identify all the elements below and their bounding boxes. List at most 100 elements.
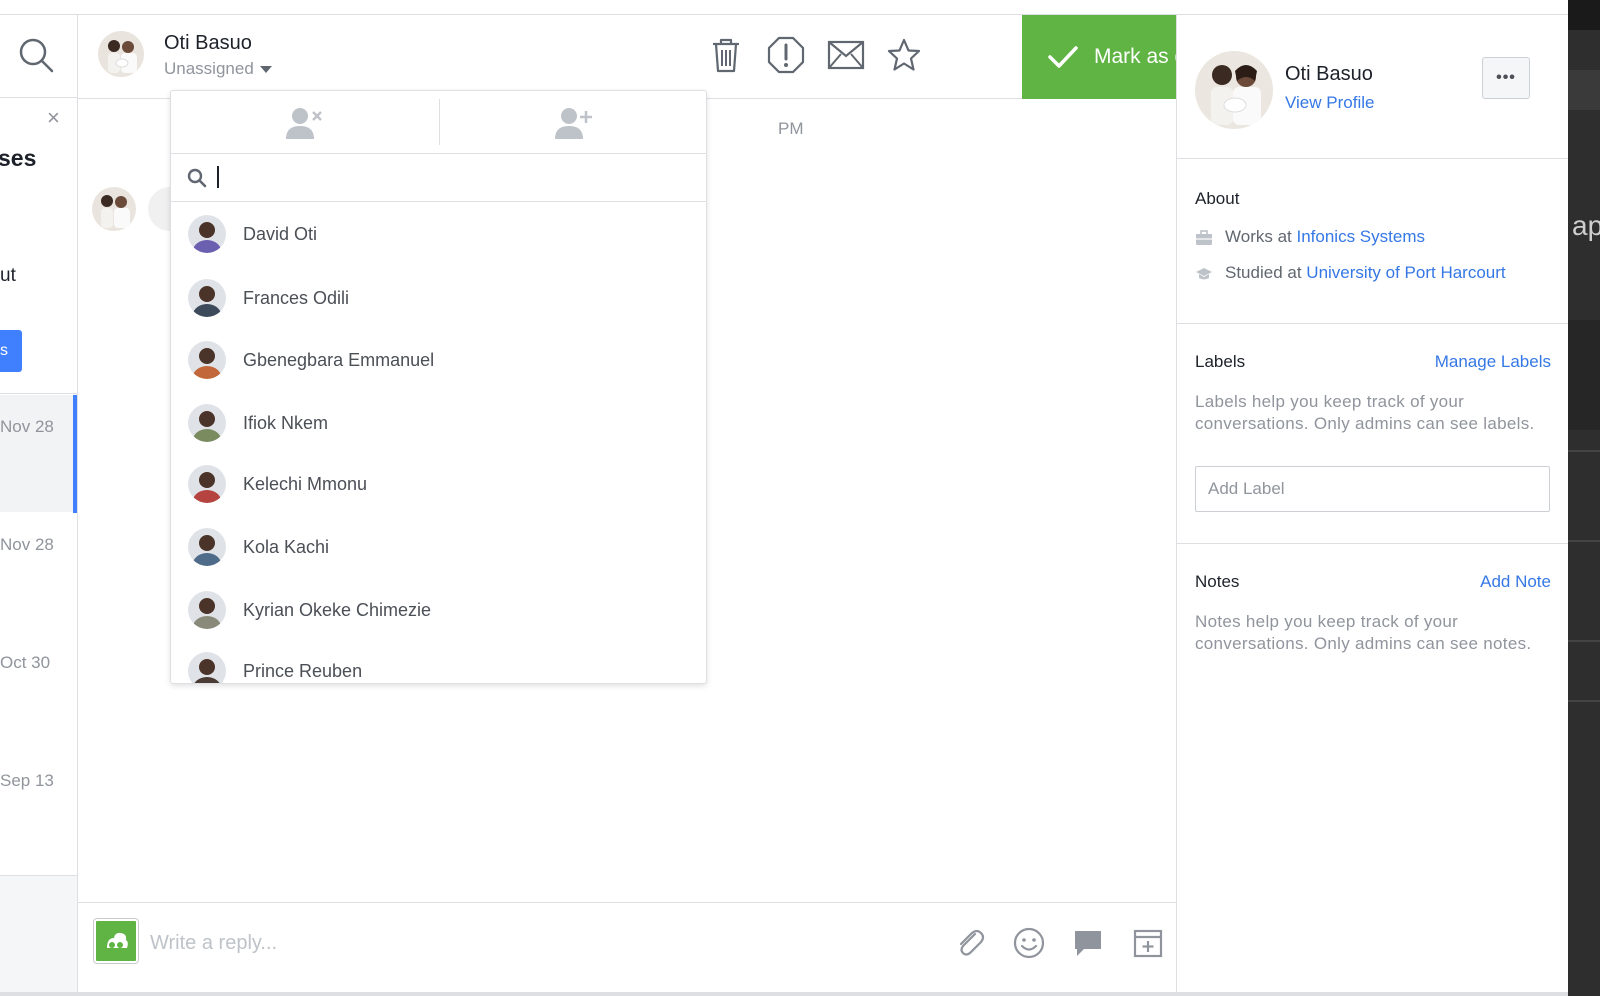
- labels-description: Labels help you keep track of your conve…: [1195, 392, 1535, 433]
- avatar: [188, 279, 226, 317]
- avatar: [1195, 51, 1273, 129]
- spam-alert-icon[interactable]: [766, 35, 806, 75]
- app-root: × ses ut s Nov 28 Nov 28 Oct 30 Sep 13 O…: [0, 0, 1600, 996]
- conversation-date: Nov 28: [0, 535, 54, 554]
- avatar: [188, 465, 226, 503]
- contact-name: Oti Basuo: [164, 32, 252, 54]
- assignee-name: Kelechi Mmonu: [243, 473, 368, 494]
- assignee-item[interactable]: Kyrian Okeke Chimezie: [171, 579, 706, 641]
- add-user-icon: [555, 107, 592, 139]
- assignee-name: Ifiok Nkem: [243, 412, 329, 433]
- assign-dropdown: David Oti Frances Odili Gbenegbara Emmanue…: [170, 90, 707, 684]
- avatar: [188, 591, 226, 629]
- assign-search: [171, 154, 706, 202]
- conversation-list-panel: × ses ut s Nov 28 Nov 28 Oct 30 Sep 13: [0, 15, 78, 992]
- paperclip-icon[interactable]: [950, 923, 990, 963]
- labels-section: Labels Manage Labels Labels help you kee…: [1177, 324, 1569, 544]
- edge-band: [1568, 700, 1600, 702]
- graduation-cap-icon: [1195, 266, 1213, 286]
- close-icon[interactable]: ×: [47, 107, 60, 129]
- assignee-name: Frances Odili: [243, 287, 350, 308]
- mail-icon[interactable]: [826, 35, 866, 75]
- assignee-item[interactable]: David Oti: [171, 203, 706, 265]
- unassign-button[interactable]: [171, 91, 439, 154]
- star-icon[interactable]: [884, 35, 924, 75]
- notes-title: Notes: [1195, 572, 1240, 591]
- list-search-area: [0, 15, 77, 98]
- avatar: [98, 31, 144, 77]
- assign-to-me-button[interactable]: [440, 91, 706, 154]
- search-icon: [187, 168, 207, 188]
- view-profile-link[interactable]: View Profile: [1285, 93, 1374, 113]
- edge-band: [1568, 540, 1600, 542]
- assignee-item[interactable]: Prince Reuben: [171, 640, 706, 683]
- background-window-edge: ap: [1568, 0, 1600, 996]
- reply-composer: [78, 902, 1223, 992]
- studied-at-link[interactable]: University of Port Harcourt: [1306, 263, 1505, 282]
- assignment-status: Unassigned: [164, 59, 254, 78]
- search-icon[interactable]: [16, 35, 56, 75]
- assign-search-input[interactable]: [215, 162, 685, 194]
- remove-user-icon: [286, 107, 322, 139]
- assignee-item[interactable]: Kelechi Mmonu: [171, 453, 706, 515]
- assign-actions: [171, 91, 706, 154]
- edge-block: [1568, 70, 1600, 110]
- avatar: [92, 187, 136, 231]
- top-strip: [0, 0, 1568, 15]
- avatar: [188, 404, 226, 442]
- works-at-link[interactable]: Infonics Systems: [1297, 227, 1426, 246]
- assignee-name: Kyrian Okeke Chimezie: [243, 599, 432, 620]
- assignee-item[interactable]: Ifiok Nkem: [171, 392, 706, 454]
- education-info: Studied at University of Port Harcourt: [1195, 263, 1525, 286]
- profile-name: Oti Basuo: [1285, 63, 1373, 85]
- saved-reply-icon[interactable]: [1068, 923, 1108, 963]
- assignee-item[interactable]: Gbenegbara Emmanuel: [171, 329, 706, 391]
- edge-band: [1568, 640, 1600, 642]
- notes-section: Notes Add Note Notes help you keep track…: [1177, 544, 1569, 992]
- briefcase-icon: [1195, 230, 1213, 251]
- about-title: About: [1195, 189, 1240, 208]
- chevron-down-icon: [259, 66, 272, 74]
- manage-labels-link[interactable]: Manage Labels: [1435, 352, 1551, 372]
- add-note-link[interactable]: Add Note: [1480, 572, 1551, 592]
- reply-input[interactable]: [150, 925, 750, 961]
- edge-block: [1568, 320, 1600, 430]
- list-footer: [0, 875, 77, 992]
- assignee-name: Prince Reuben: [243, 660, 363, 681]
- conversation-date: Nov 28: [0, 417, 54, 436]
- work-info: Works at Infonics Systems: [1195, 227, 1425, 251]
- assign-dropdown-toggle[interactable]: Unassigned: [164, 59, 272, 79]
- about-section: About Works at Infonics Systems Studied …: [1177, 159, 1569, 324]
- page-avatar-icon: [94, 919, 138, 963]
- assignee-list: David Oti Frances Odili Gbenegbara Emmanue…: [171, 203, 706, 683]
- conversation-date: Oct 30: [0, 653, 51, 672]
- emoji-icon[interactable]: [1009, 923, 1049, 963]
- assignee-name: Kola Kachi: [243, 536, 330, 557]
- conversation-header: Oti Basuo Unassigned Mark as done: [78, 15, 1254, 99]
- notes-description: Notes help you keep track of your conver…: [1195, 612, 1532, 653]
- divider: [0, 393, 77, 394]
- assignee-item[interactable]: Frances Odili: [171, 267, 706, 329]
- bottom-border: [0, 992, 1568, 996]
- more-options-button[interactable]: •••: [1482, 57, 1530, 99]
- profile-panel: Oti Basuo View Profile ••• About Works a…: [1176, 15, 1569, 992]
- trash-icon[interactable]: [706, 35, 746, 75]
- avatar: [188, 652, 226, 683]
- add-label-input[interactable]: [1195, 466, 1550, 512]
- assignee-name: David Oti: [243, 223, 318, 244]
- conversation-item[interactable]: Nov 28: [0, 513, 77, 631]
- works-at-prefix: Works at: [1225, 227, 1292, 246]
- message-timestamp: PM: [778, 119, 804, 138]
- assignee-item[interactable]: Kola Kachi: [171, 516, 706, 578]
- conversation-item[interactable]: Nov 28: [0, 395, 77, 513]
- conversation-date: Sep 13: [0, 771, 54, 790]
- appointment-icon[interactable]: [1128, 923, 1168, 963]
- edge-band: [1568, 450, 1600, 452]
- promo-button[interactable]: s: [0, 330, 22, 372]
- conversation-item[interactable]: Oct 30: [0, 631, 77, 749]
- checkmark-icon: [1048, 46, 1078, 68]
- edge-text: ap: [1572, 210, 1600, 241]
- avatar: [188, 215, 226, 253]
- conversation-item[interactable]: Sep 13: [0, 749, 77, 867]
- edge-block: [1568, 0, 1600, 30]
